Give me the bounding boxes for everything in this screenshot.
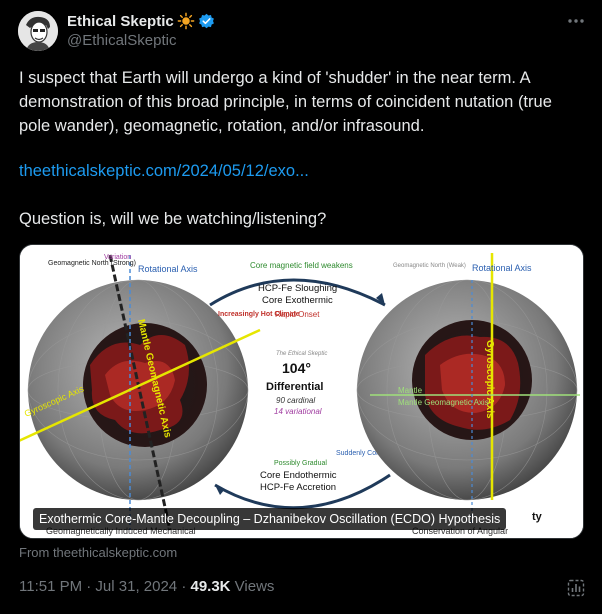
tweet-body: I suspect that Earth will undergo a kind…: [19, 69, 552, 135]
author-name[interactable]: Ethical Skeptic: [67, 13, 174, 30]
possibly-gradual-label: Possibly Gradual: [274, 460, 327, 467]
ecdo-diagram: Gyroscopic Axis Mantle Geomagnetic Axis …: [20, 245, 583, 538]
more-options-icon[interactable]: [566, 12, 586, 30]
right-mantle-label-part: Mantle: [398, 386, 423, 395]
variation-label: Variation: [104, 254, 131, 261]
bottom-arc-line1: Core Endothermic: [260, 470, 337, 481]
tweet-text: I suspect that Earth will undergo a kind…: [19, 66, 585, 138]
avatar-portrait-icon: [18, 11, 58, 51]
core-weakens-label: Core magnetic field weakens: [250, 261, 353, 270]
sun-icon: [177, 12, 195, 30]
top-arc-line2: Core Exothermic: [262, 295, 333, 306]
right-rot-axis-label: Rotational Axis: [472, 263, 532, 273]
verified-badge-icon[interactable]: [198, 13, 215, 30]
watermark: The Ethical Skeptic: [276, 351, 327, 357]
tweet-meta: 11:51 PM · Jul 31, 2024 · 49.3K Views: [19, 578, 274, 595]
cardinal-label: 90 cardinal: [276, 396, 315, 405]
tweet-media-image[interactable]: Gyroscopic Axis Mantle Geomagnetic Axis …: [19, 244, 584, 539]
gyro-axis-right-label: Gyroscopic Axis: [484, 340, 495, 419]
author-name-row[interactable]: Ethical Skeptic: [67, 12, 215, 30]
views-count: 49.3K: [190, 578, 231, 595]
timestamp[interactable]: 11:51 PM · Jul 31, 2024 ·: [19, 578, 190, 595]
media-source[interactable]: From theethicalskeptic.com: [19, 545, 177, 560]
rapid-onset-label: Rapid Onset: [275, 310, 320, 319]
angle-value: 104°: [282, 360, 311, 376]
differential-label: Differential: [266, 381, 323, 393]
right-mantle-label: Mantle Geomagnetic Axis: [398, 398, 489, 407]
author-handle[interactable]: @EthicalSkeptic: [67, 32, 176, 49]
variational-label: 14 variational: [274, 407, 322, 416]
tweet-question: Question is, will we be watching/listeni…: [19, 210, 327, 228]
analytics-icon[interactable]: [566, 578, 586, 598]
top-arc-line1: HCP-Fe Sloughing: [258, 283, 337, 294]
media-caption: Exothermic Core-Mantle Decoupling – Dzha…: [33, 508, 507, 530]
avatar[interactable]: [18, 11, 58, 51]
bottom-arc-line2: HCP-Fe Accretion: [260, 482, 336, 493]
partial-right-label: ty: [532, 511, 543, 523]
left-rot-axis-label: Rotational Axis: [138, 264, 198, 274]
tweet-link[interactable]: theethicalskeptic.com/2024/05/12/exo...: [19, 162, 309, 181]
left-geo-north-label: Geomagnetic North (Strong): [48, 260, 136, 267]
right-geo-north-label: Geomagnetic North (Weak): [393, 263, 466, 269]
views-label: Views: [230, 578, 275, 595]
